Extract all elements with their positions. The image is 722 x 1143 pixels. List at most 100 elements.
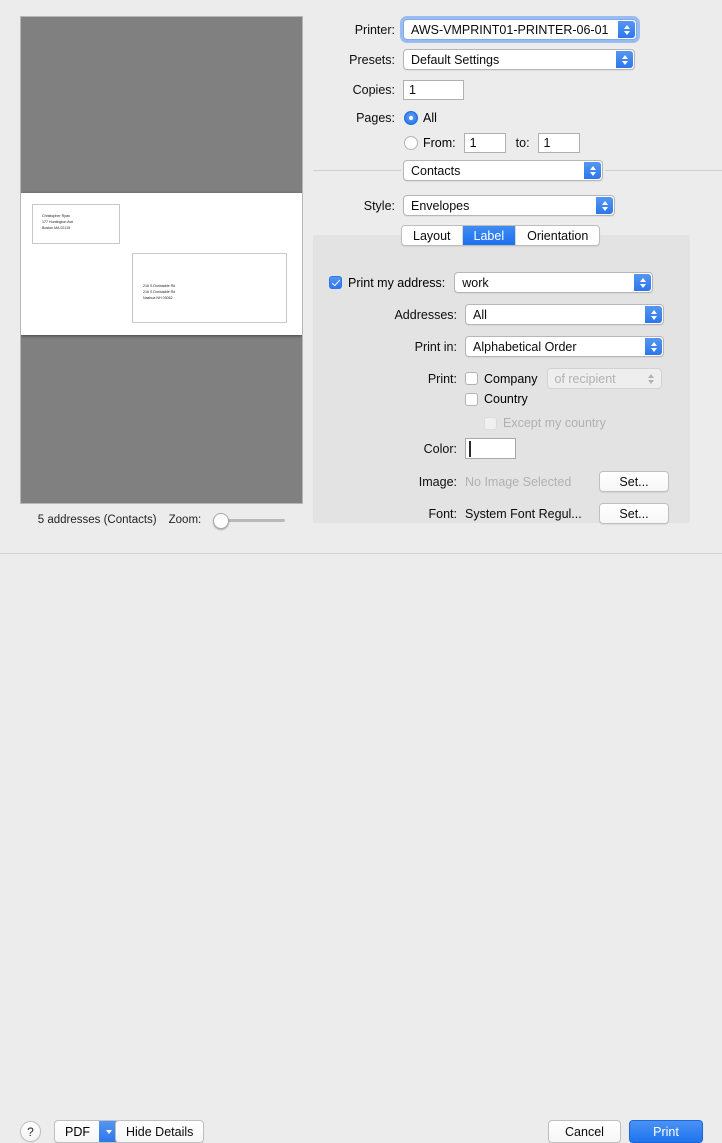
zoom-slider[interactable] [213, 513, 286, 529]
checkbox-indicator [484, 416, 497, 430]
pages-label: Pages: [356, 111, 395, 125]
presets-select-value: Default Settings [411, 52, 500, 67]
printer-label: Printer: [354, 22, 395, 37]
color-well[interactable] [465, 438, 516, 459]
font-label: Font: [428, 506, 458, 521]
image-label: Image: [418, 474, 457, 489]
help-button[interactable]: ? [20, 1121, 41, 1142]
cancel-button[interactable]: Cancel [548, 1120, 621, 1143]
copies-label: Copies: [352, 83, 395, 97]
chevron-updown-icon [645, 306, 662, 323]
chevron-updown-icon [596, 197, 613, 214]
tab-bar: Layout Label Orientation [401, 225, 601, 246]
print-preview-pane: Christopher Ryan 177 Huntington Ave Bost… [20, 16, 303, 504]
envelope-preview-sheet: Christopher Ryan 177 Huntington Ave Bost… [21, 193, 302, 335]
recipient-address-box: 216 S Dunstable Rd 216 S Dunstable Rd Na… [132, 253, 287, 323]
copies-row: Copies: 1 [313, 80, 722, 100]
tab-layout[interactable]: Layout [402, 226, 463, 245]
pages-from-input[interactable]: 1 [463, 133, 506, 153]
image-value: No Image Selected [465, 474, 572, 489]
printer-select[interactable]: AWS-VMPRINT01-PRINTER-06-01 [400, 16, 640, 43]
print-module-select[interactable]: Contacts [403, 160, 603, 181]
pages-to-input[interactable]: 1 [537, 133, 580, 153]
return-address-line-3: Boston MA 02115 [42, 225, 71, 230]
print-country-row: Country [313, 392, 690, 406]
radio-indicator [404, 111, 418, 125]
print-my-address-checkbox[interactable]: Print my address: [329, 276, 445, 290]
pages-all-radio[interactable]: All [404, 111, 437, 125]
tab-label[interactable]: Label [462, 226, 517, 245]
recipient-address-line-3: Nashua NH 03062 [143, 295, 173, 300]
print-company-row: Print: Company of recipient [313, 368, 690, 389]
color-swatch [469, 441, 471, 457]
addresses-count-label: 5 addresses (Contacts) [37, 514, 157, 526]
company-label: Company [484, 371, 538, 386]
separator-right [605, 170, 722, 171]
of-recipient-select-value: of recipient [554, 371, 616, 386]
print-in-select[interactable]: Alphabetical Order [465, 336, 664, 357]
pdf-button-label: PDF [65, 1124, 90, 1139]
checkbox-indicator [329, 276, 342, 289]
return-address-box: Christopher Ryan 177 Huntington Ave Bost… [32, 204, 120, 244]
presets-row: Presets: Default Settings [313, 49, 722, 70]
chevron-updown-icon [634, 274, 652, 291]
print-my-address-select[interactable]: work [454, 272, 654, 293]
pages-all-label: All [423, 111, 437, 125]
hide-details-button[interactable]: Hide Details [115, 1120, 205, 1143]
except-my-country-row: Except my country [313, 416, 690, 430]
image-set-button[interactable]: Set... [599, 471, 669, 492]
pages-from-label: From: [423, 136, 456, 150]
dialog-bottom-bar: ? PDF Hide Details Cancel Print [0, 554, 722, 1143]
addresses-row: Addresses: All [313, 304, 690, 325]
style-select[interactable]: Envelopes [403, 195, 615, 216]
chevron-updown-icon [584, 162, 601, 179]
checkbox-indicator [465, 392, 478, 406]
module-row: Contacts [403, 160, 603, 181]
color-row: Color: [313, 438, 690, 459]
print-my-address-select-value: work [462, 275, 489, 290]
checkbox-indicator [465, 372, 478, 385]
font-value: System Font Regul... [465, 506, 582, 521]
style-label: Style: [363, 198, 395, 213]
addresses-select[interactable]: All [465, 304, 664, 325]
except-my-country-checkbox: Except my country [484, 416, 606, 430]
label-tab-panel: Print my address: work Addresses: All Pr… [313, 235, 690, 524]
country-label: Country [484, 392, 528, 406]
print-module-select-value: Contacts [411, 163, 461, 178]
addresses-label: Addresses: [394, 307, 457, 322]
presets-select[interactable]: Default Settings [403, 49, 635, 70]
image-row: Image: No Image Selected Set... [313, 471, 690, 492]
style-select-value: Envelopes [411, 198, 470, 213]
pages-all-row: Pages: All [313, 111, 722, 125]
tab-orientation[interactable]: Orientation [516, 226, 599, 245]
pages-from-radio[interactable]: From: [404, 136, 456, 150]
radio-indicator [404, 136, 418, 150]
print-label: Print: [427, 371, 457, 386]
printer-select-value: AWS-VMPRINT01-PRINTER-06-01 [411, 22, 609, 37]
separator-left [313, 170, 401, 171]
pdf-button[interactable]: PDF [54, 1120, 119, 1143]
addresses-select-value: All [473, 307, 487, 322]
font-row: Font: System Font Regul... Set... [313, 503, 690, 524]
print-in-label: Print in: [414, 339, 457, 354]
color-label: Color: [423, 441, 457, 456]
copies-input[interactable]: 1 [403, 80, 464, 100]
except-my-country-label: Except my country [503, 416, 606, 430]
zoom-slider-thumb[interactable] [213, 513, 230, 529]
pages-to-label: to: [515, 136, 530, 150]
font-set-button[interactable]: Set... [599, 503, 669, 524]
print-my-address-label: Print my address: [348, 275, 446, 290]
presets-label: Presets: [349, 52, 395, 67]
country-checkbox[interactable]: Country [465, 392, 528, 406]
printer-row: Printer: AWS-VMPRINT01-PRINTER-06-01 [313, 16, 722, 43]
of-recipient-select: of recipient [546, 368, 662, 389]
company-checkbox[interactable]: Company [465, 372, 538, 386]
chevron-updown-icon [618, 21, 635, 38]
print-my-address-row: Print my address: work [313, 272, 690, 293]
print-in-select-value: Alphabetical Order [473, 339, 577, 354]
print-button[interactable]: Print [629, 1120, 703, 1143]
chevron-updown-icon [643, 370, 660, 387]
zoom-label: Zoom: [168, 514, 202, 526]
pages-range-row: From: 1 to: 1 [313, 133, 722, 153]
print-settings-pane: Printer: AWS-VMPRINT01-PRINTER-06-01 Pre… [313, 0, 722, 552]
